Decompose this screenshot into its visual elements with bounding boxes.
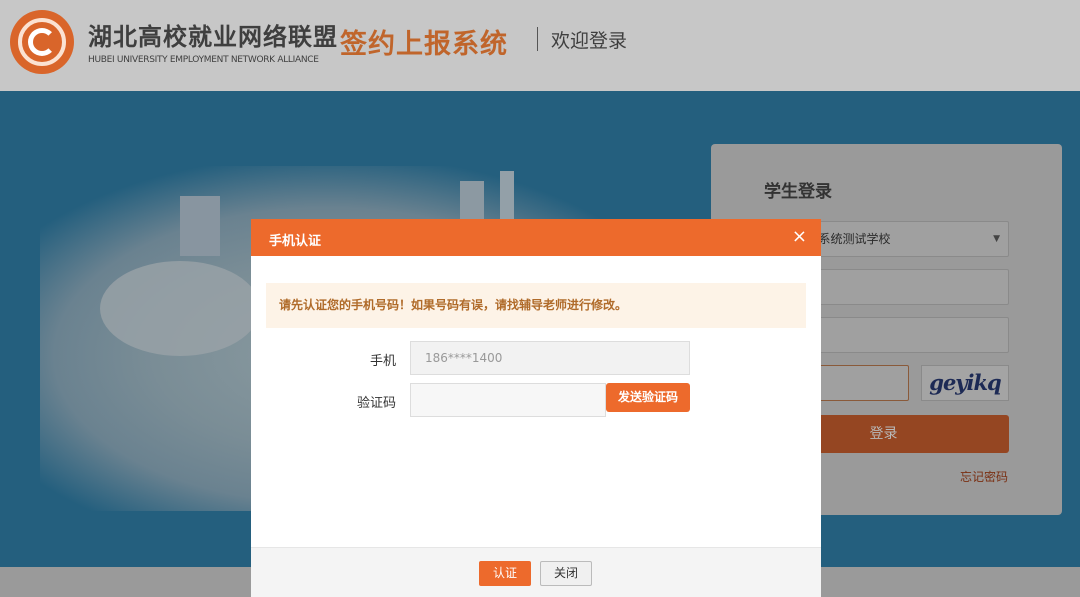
welcome-text: 欢迎登录 — [551, 30, 628, 52]
close-button[interactable]: 关闭 — [540, 561, 592, 586]
org-name-cn: 湖北高校就业网络联盟 — [88, 22, 338, 51]
phone-label: 手机 — [369, 354, 396, 369]
modal-header: 手机认证 × — [251, 219, 821, 256]
verification-code-field[interactable] — [410, 383, 606, 417]
org-name-en: HUBEI UNIVERSITY EMPLOYMENT NETWORK ALLI… — [88, 55, 319, 65]
modal-footer: 认证 关闭 — [251, 547, 821, 597]
modal-title: 手机认证 — [269, 234, 322, 249]
alliance-logo-icon — [10, 10, 74, 74]
captcha-image[interactable]: geyikq — [921, 365, 1009, 401]
notice-message: 请先认证您的手机号码！如果号码有误，请找辅导老师进行修改。 — [266, 283, 806, 328]
code-label: 验证码 — [356, 396, 396, 411]
send-code-button[interactable]: 发送验证码 — [606, 383, 690, 412]
site-header: 湖北高校就业网络联盟 HUBEI UNIVERSITY EMPLOYMENT N… — [0, 0, 1080, 91]
login-title: 学生登录 — [764, 182, 832, 202]
system-title: 签约上报系统 — [340, 29, 508, 60]
verify-button[interactable]: 认证 — [479, 561, 531, 586]
close-icon[interactable]: × — [792, 227, 807, 247]
forgot-password-link[interactable]: 忘记密码 — [960, 468, 1008, 485]
header-divider — [537, 27, 538, 51]
phone-verification-modal: 手机认证 × 请先认证您的手机号码！如果号码有误，请找辅导老师进行修改。 手机 … — [251, 219, 821, 597]
chevron-down-icon: ▼ — [993, 234, 1000, 244]
phone-field[interactable]: 186****1400 — [410, 341, 690, 375]
